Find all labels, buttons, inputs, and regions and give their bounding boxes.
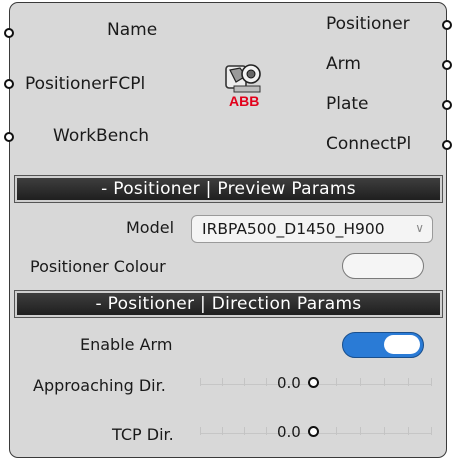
enable-arm-toggle[interactable] [342, 332, 424, 358]
approaching-dir-label: Approaching Dir. [33, 376, 166, 395]
input-label-positionerfcpl: PositionerFCPl [25, 74, 146, 94]
svg-text:ABB: ABB [229, 93, 259, 109]
input-label-name: Name [107, 20, 158, 40]
chevron-down-icon: ∨ [415, 221, 424, 235]
output-port-connectpl[interactable] [442, 140, 452, 150]
input-port-positionerfcpl[interactable] [4, 79, 14, 89]
output-port-plate[interactable] [442, 100, 452, 110]
positioner-colour-label: Positioner Colour [30, 257, 166, 276]
approaching-dir-value: 0.0 [277, 374, 301, 392]
output-port-arm[interactable] [442, 60, 452, 70]
preview-params-header[interactable]: - Positioner | Preview Params [14, 175, 443, 203]
approaching-dir-slider[interactable]: 0.0 [200, 374, 432, 392]
output-label-connectpl: ConnectPl [326, 134, 412, 154]
model-label: Model [126, 218, 175, 237]
model-dropdown-value: IRBPA500_D1450_H900 [202, 220, 385, 238]
positioner-colour-swatch[interactable] [342, 253, 424, 279]
output-label-arm: Arm [326, 54, 361, 74]
direction-params-header[interactable]: - Positioner | Direction Params [14, 290, 443, 318]
tcp-dir-grip[interactable] [308, 426, 319, 437]
model-dropdown[interactable]: IRBPA500_D1450_H900 ∨ [191, 215, 433, 243]
input-label-workbench: WorkBench [53, 126, 150, 146]
toggle-knob [384, 335, 420, 354]
input-port-workbench[interactable] [4, 132, 14, 142]
tcp-dir-label: TCP Dir. [112, 425, 174, 444]
enable-arm-label: Enable Arm [80, 335, 173, 354]
robot-positioner-logo-icon: ABB [225, 64, 261, 109]
tcp-dir-value: 0.0 [277, 423, 301, 441]
output-label-plate: Plate [326, 94, 369, 114]
output-port-positioner[interactable] [442, 20, 452, 30]
approaching-dir-grip[interactable] [308, 377, 319, 388]
output-label-positioner: Positioner [326, 14, 410, 34]
input-port-name[interactable] [4, 28, 14, 38]
tcp-dir-slider[interactable]: 0.0 [200, 423, 432, 441]
